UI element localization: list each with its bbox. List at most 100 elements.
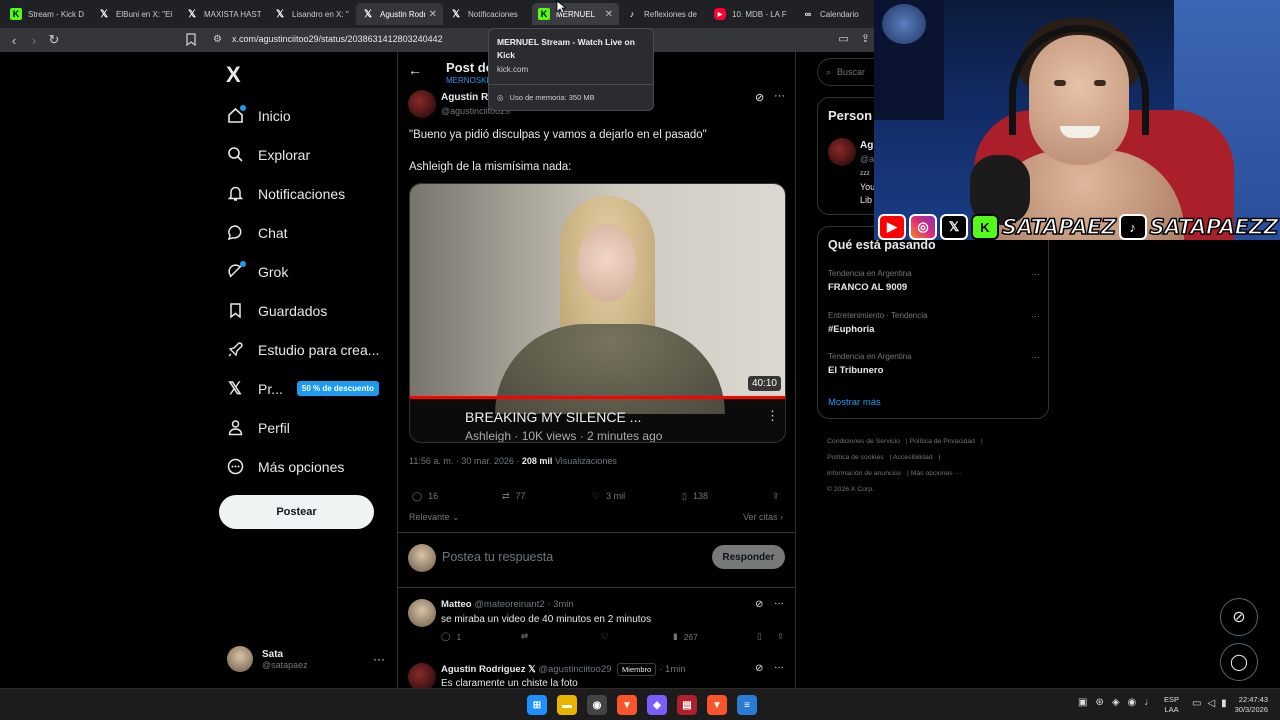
view-quotes-link[interactable]: Ver citas › (743, 512, 783, 522)
folder-icon[interactable]: ▬ (557, 695, 577, 715)
copilot-icon[interactable]: ◆ (647, 695, 667, 715)
bookmark-button[interactable]: ▯ (757, 631, 777, 642)
app-icon[interactable]: ▤ (677, 695, 697, 715)
cast-icon[interactable]: ▭ (838, 32, 848, 45)
footer-link[interactable]: Condiciones de Servicio (827, 438, 900, 445)
app-tray-icon[interactable]: ▣ (1078, 697, 1087, 708)
like-button[interactable]: ♡ (601, 631, 673, 642)
grok-floating-button[interactable]: ⊘ (1220, 598, 1258, 636)
sidebar-item-notifications[interactable]: Notificaciones (226, 174, 379, 213)
sidebar-item-home[interactable]: Inicio (226, 96, 379, 135)
more-icon[interactable]: ··· (774, 598, 784, 609)
sort-replies-dropdown[interactable]: Relevante ⌄ (409, 512, 460, 523)
video-embed[interactable]: 40:10 BREAKING MY SILENCE ... Ashleigh ·… (409, 183, 786, 443)
start-icon[interactable]: ⊞ (527, 695, 547, 715)
trend-item[interactable]: Entretenimiento · Tendencia #Euphoria ··… (828, 311, 1040, 335)
sidebar-item-explore[interactable]: Explorar (226, 135, 379, 174)
more-icon[interactable]: ··· (373, 652, 385, 666)
kebab-menu-icon[interactable]: ⋮ (766, 408, 779, 424)
grok-icon[interactable]: ⊘ (755, 663, 763, 674)
browser-tab[interactable]: ♪ Reflexiones de (620, 3, 707, 25)
clock[interactable]: 22:47:43 30/3/2026 (1226, 695, 1268, 715)
avatar[interactable] (408, 663, 436, 688)
repost-button[interactable]: ⇄ 77 (502, 491, 592, 502)
back-arrow-icon[interactable]: ← (408, 62, 422, 78)
close-tab-icon[interactable]: ✕ (605, 9, 613, 20)
footer-link[interactable]: Política de cookies (827, 454, 884, 461)
reply-item[interactable]: Agustin Rodriguez 𝕏 @agustinciitoo29 Mie… (398, 657, 795, 688)
person-handle[interactable]: @a (860, 154, 874, 164)
app-tray-icon[interactable]: ◈ (1112, 697, 1120, 708)
repost-button[interactable]: ⇄ (521, 631, 601, 642)
sidebar-item-more[interactable]: Más opciones (226, 447, 379, 486)
show-more-link[interactable]: Mostrar más (828, 397, 881, 408)
reload-icon[interactable]: ↻ (44, 32, 64, 48)
post-button[interactable]: Postear (219, 495, 374, 529)
bookmark-icon[interactable] (186, 33, 196, 46)
account-switcher[interactable]: Sata @satapaez ··· (227, 645, 385, 673)
more-icon[interactable]: ··· (1031, 352, 1040, 362)
browser-tab[interactable]: K Stream - Kick D (4, 3, 91, 25)
browser-tab[interactable]: 𝕏 Lisandro en X: " (268, 3, 355, 25)
site-info-icon[interactable]: ⚙ (213, 34, 222, 45)
more-icon[interactable]: ··· (774, 662, 784, 673)
footer-link[interactable]: Más opciones ··· (911, 470, 962, 477)
sidebar-item-creator-studio[interactable]: Estudio para crea... (226, 330, 379, 369)
grok-icon[interactable]: ⊘ (755, 599, 763, 610)
bookmark-button[interactable]: ▯ 138 (682, 491, 772, 502)
person-name[interactable]: Ag (860, 140, 873, 151)
share-button[interactable]: ⇪ (772, 491, 780, 502)
footer-link[interactable]: Política de Privacidad (910, 438, 975, 445)
brave-icon[interactable]: ▼ (707, 695, 727, 715)
more-icon[interactable]: ··· (1031, 269, 1040, 279)
app-tray-icon[interactable]: ◉ (1128, 697, 1137, 708)
browser-tab[interactable]: ∞ Calendario (796, 3, 883, 25)
sidebar-item-grok[interactable]: Grok (226, 252, 379, 291)
trend-item[interactable]: Tendencia en Argentina FRANCO AL 9009 ··… (828, 269, 1040, 293)
avatar[interactable] (828, 138, 856, 166)
browser-tab[interactable]: 𝕏 Notificaciones (444, 3, 531, 25)
app-icon[interactable]: ◉ (587, 695, 607, 715)
reply-submit-button[interactable]: Responder (712, 545, 785, 569)
reply-button[interactable]: ◯ 1 (441, 631, 521, 642)
reply-button[interactable]: ◯ 16 (412, 491, 502, 502)
views-button[interactable]: ▮ 267 (673, 631, 757, 642)
page-subtitle[interactable]: MERNOSKI (446, 76, 489, 85)
browser-tab[interactable]: 𝕏 MAXISTA HASTA (180, 3, 267, 25)
browser-tab[interactable]: 𝕏 ElBuni en X: "El (92, 3, 179, 25)
x-logo-icon[interactable]: X (226, 62, 241, 88)
browser-tab-hovered[interactable]: K MERNUEL ✕ (532, 3, 619, 25)
language-indicator[interactable]: ESP LAA (1164, 695, 1179, 715)
author-name[interactable]: Agustin Ro (441, 92, 494, 103)
messages-floating-button[interactable]: ◯ (1220, 643, 1258, 681)
avatar[interactable] (408, 599, 436, 627)
brave-icon[interactable]: ▼ (617, 695, 637, 715)
more-icon[interactable]: ··· (1031, 311, 1040, 321)
author-avatar[interactable] (408, 90, 436, 118)
close-tab-icon[interactable]: ✕ (429, 9, 437, 20)
reply-input[interactable]: Postea tu respuesta (442, 550, 553, 564)
like-button[interactable]: ♡ 3 mil (592, 491, 682, 502)
url-field[interactable]: x.com/agustinciitoo29/status/20386314128… (232, 34, 443, 44)
notepad-icon[interactable]: ≡ (737, 695, 757, 715)
sidebar-item-profile[interactable]: Perfil (226, 408, 379, 447)
browser-tab[interactable]: ▶ 10. MDB - LA F (708, 3, 795, 25)
back-arrow-icon[interactable]: ‹ (4, 33, 24, 48)
forward-arrow-icon[interactable]: › (24, 33, 44, 48)
app-tray-icon[interactable]: ⊛ (1095, 697, 1103, 708)
share-icon[interactable]: ⇪ (861, 32, 870, 45)
sidebar-item-chat[interactable]: Chat (226, 213, 379, 252)
sidebar-item-bookmarks[interactable]: Guardados (226, 291, 379, 330)
sidebar-item-premium[interactable]: 𝕏 Pr... 50 % de descuento (226, 369, 379, 408)
share-button[interactable]: ⇪ (777, 631, 784, 642)
microphone-icon[interactable]: ♩ (1144, 697, 1154, 708)
browser-tab-active[interactable]: 𝕏Agustin Rodrigu✕ (356, 3, 443, 25)
discount-badge[interactable]: 50 % de descuento (296, 381, 379, 396)
footer-link[interactable]: Información de anuncios (827, 470, 901, 477)
footer-link[interactable]: Accesibilidad (893, 454, 933, 461)
more-icon[interactable]: ··· (774, 90, 785, 102)
reply-item[interactable]: Matteo @mateoreinant2 · 3min se miraba u… (398, 593, 795, 653)
grok-icon[interactable]: ⊘ (755, 91, 764, 104)
trend-item[interactable]: Tendencia en Argentina El Tribunero ··· (828, 352, 1040, 376)
tray-status[interactable]: ▭ ◁ ▮ (1192, 698, 1227, 709)
